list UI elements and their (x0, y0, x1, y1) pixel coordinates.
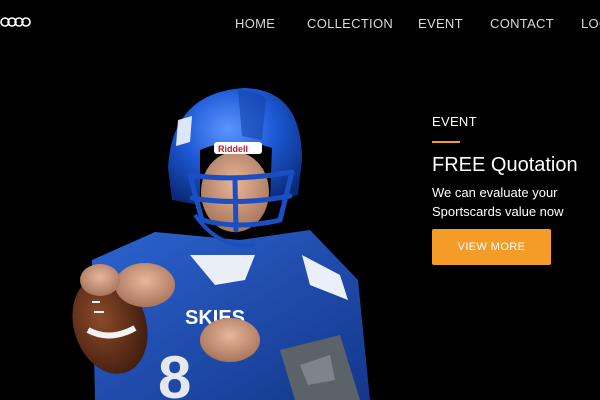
nav-contact[interactable]: CONTACT (490, 16, 554, 31)
jersey-number: 8 (158, 344, 191, 400)
nav-collection[interactable]: COLLECTION (307, 16, 393, 31)
nav-event[interactable]: EVENT (418, 16, 463, 31)
nav-home[interactable]: HOME (235, 16, 275, 31)
view-more-button[interactable]: VIEW MORE (432, 229, 551, 265)
helmet-brand: Riddell (218, 144, 248, 154)
accent-divider (432, 141, 460, 143)
promo-subtitle-line1: We can evaluate your (432, 185, 558, 200)
football-player-photo: 8 SKIES Riddell (72, 88, 370, 400)
promo-subtitle-line2: Sportscards value now (432, 204, 564, 219)
main-nav: HOME COLLECTION EVENT CONTACT LOGIN (0, 16, 600, 36)
promo-title: FREE Quotation (432, 154, 578, 176)
promo-label: EVENT (432, 114, 477, 129)
nav-login[interactable]: LOGIN (581, 16, 600, 31)
svg-text:8: 8 (158, 344, 191, 400)
promo-subtitle: We can evaluate your Sportscards value n… (432, 183, 564, 221)
